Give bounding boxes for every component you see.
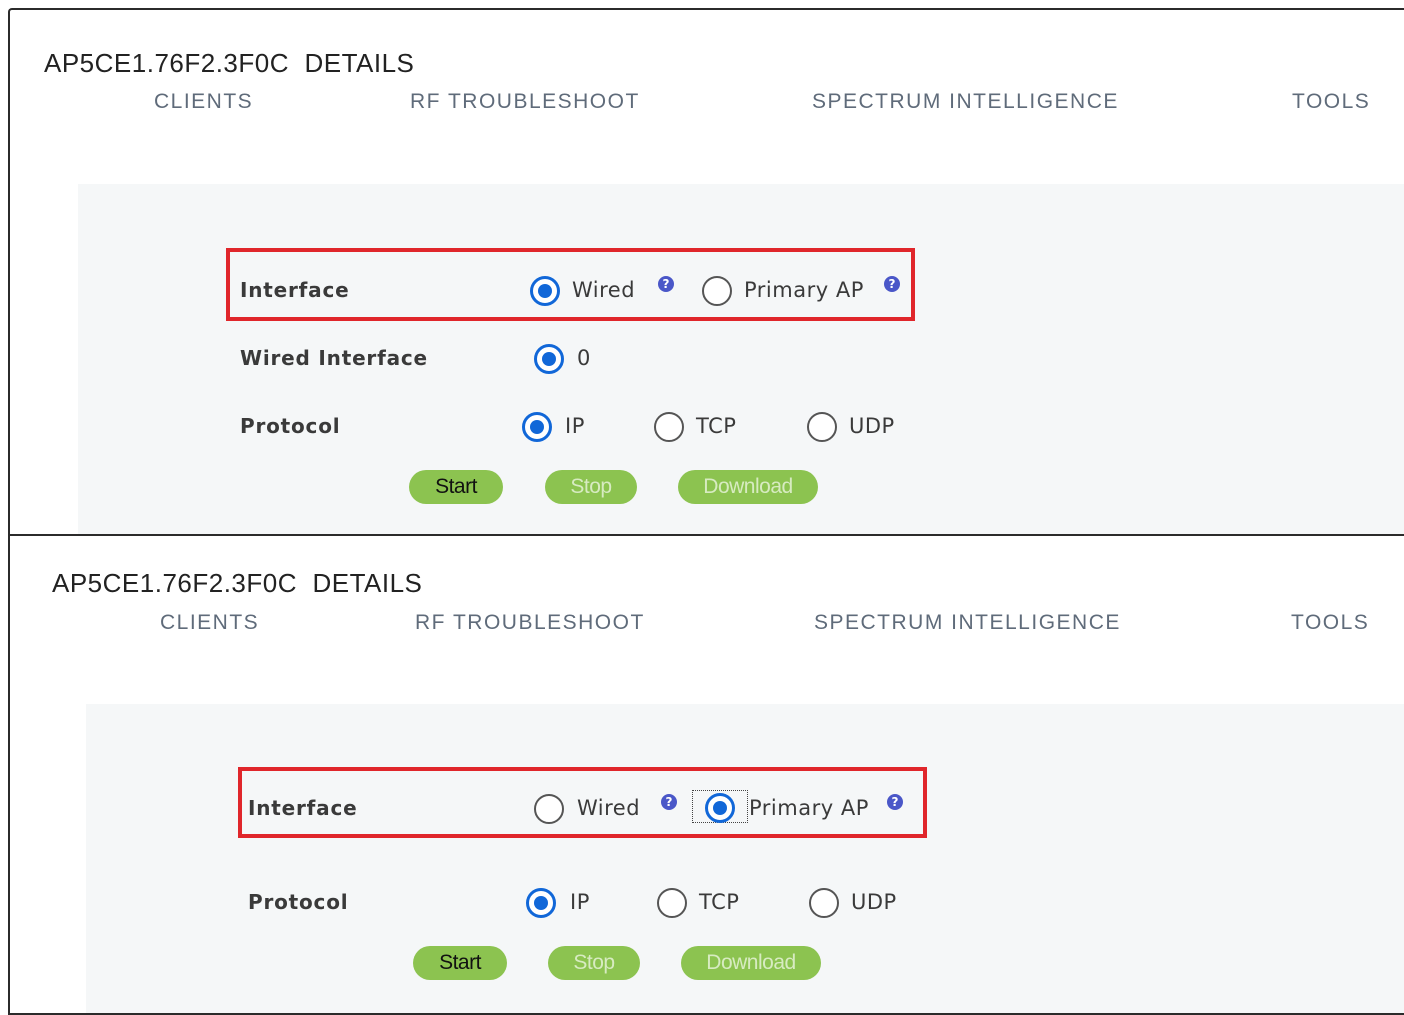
protocol-tcp-label: TCP [699,890,740,914]
tab-spectrum-intelligence[interactable]: SPECTRUM INTELLIGENCE [812,90,1119,114]
page-title: AP5CE1.76F2.3F0C DETAILS [44,48,415,78]
help-icon[interactable]: ? [661,794,677,810]
interface-wired-label: Wired [572,278,636,302]
stop-button[interactable]: Stop [548,946,640,980]
tab-clients[interactable]: CLIENTS [154,90,253,114]
tab-spectrum-intelligence[interactable]: SPECTRUM INTELLIGENCE [814,611,1121,635]
download-button[interactable]: Download [681,946,821,980]
help-icon[interactable]: ? [884,276,900,292]
wired-interface-0-label: 0 [577,346,591,370]
interface-label: Interface [240,278,350,302]
tab-tools[interactable]: TOOLS [1292,90,1370,114]
start-button[interactable]: Start [413,946,507,980]
start-button[interactable]: Start [409,470,503,504]
packet-capture-form: Interface Wired ? Primary AP ? Wired Int… [78,184,1404,534]
page-title: AP5CE1.76F2.3F0C DETAILS [52,568,423,598]
interface-primary-ap-label: Primary AP [749,796,869,820]
protocol-udp-radio[interactable] [809,888,839,918]
interface-primary-ap-label: Primary AP [744,278,864,302]
protocol-tcp-label: TCP [696,414,737,438]
ap-details-panel-2: AP5CE1.76F2.3F0C DETAILS CLIENTS RF TROU… [8,534,1404,1015]
help-icon[interactable]: ? [887,794,903,810]
help-icon[interactable]: ? [658,276,674,292]
protocol-tcp-radio[interactable] [657,888,687,918]
protocol-udp-label: UDP [851,890,897,914]
wired-interface-0-radio[interactable] [534,344,564,374]
interface-wired-radio[interactable] [534,794,564,824]
interface-wired-label: Wired [577,796,641,820]
tab-tools[interactable]: TOOLS [1291,611,1369,635]
ap-details-panel-1: AP5CE1.76F2.3F0C DETAILS CLIENTS RF TROU… [8,8,1404,534]
wired-interface-label: Wired Interface [240,346,428,370]
protocol-label: Protocol [240,414,341,438]
tab-clients[interactable]: CLIENTS [160,611,259,635]
protocol-tcp-radio[interactable] [654,412,684,442]
protocol-udp-radio[interactable] [807,412,837,442]
stop-button[interactable]: Stop [545,470,637,504]
interface-label: Interface [248,796,358,820]
tab-bar: CLIENTS RF TROUBLESHOOT SPECTRUM INTELLI… [10,90,1404,120]
tab-bar: CLIENTS RF TROUBLESHOOT SPECTRUM INTELLI… [10,611,1404,641]
interface-wired-radio[interactable] [530,276,560,306]
protocol-ip-radio[interactable] [522,412,552,442]
tab-rf-troubleshoot[interactable]: RF TROUBLESHOOT [410,90,640,114]
protocol-ip-radio[interactable] [526,888,556,918]
interface-primary-ap-radio[interactable] [705,793,735,823]
protocol-ip-label: IP [565,414,585,438]
packet-capture-form: Interface Wired ? Primary AP ? Protocol … [86,704,1404,1013]
download-button[interactable]: Download [678,470,818,504]
protocol-ip-label: IP [570,890,590,914]
interface-primary-ap-radio[interactable] [702,276,732,306]
tab-rf-troubleshoot[interactable]: RF TROUBLESHOOT [415,611,645,635]
protocol-udp-label: UDP [849,414,895,438]
protocol-label: Protocol [248,890,349,914]
